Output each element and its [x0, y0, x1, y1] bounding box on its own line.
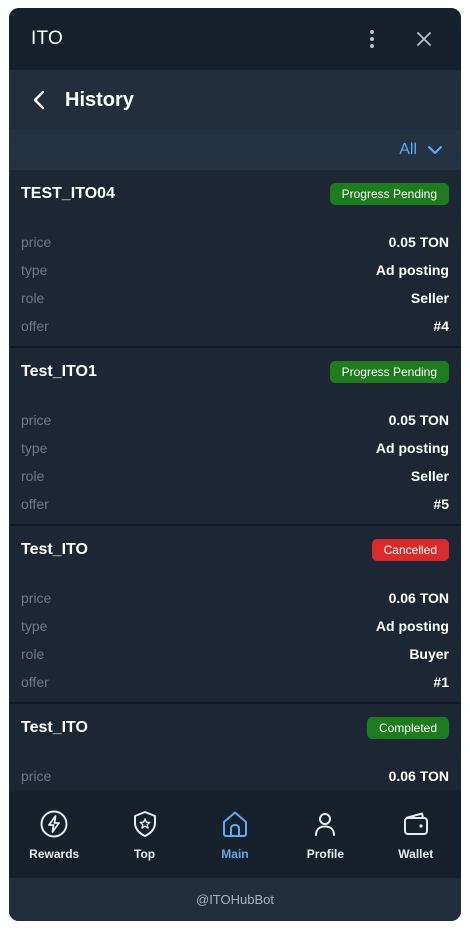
item-name: TEST_ITO04	[21, 185, 115, 202]
detail-value: Ad posting	[375, 618, 449, 634]
user-icon	[315, 812, 336, 836]
wallet-icon	[403, 812, 428, 835]
item-name: Test_ITO	[21, 541, 88, 558]
detail-key: price	[21, 768, 52, 784]
detail-value: Seller	[410, 468, 449, 484]
detail-key: offer	[21, 496, 49, 512]
lightning-icon	[40, 810, 68, 837]
detail-row: type Ad posting	[21, 256, 449, 284]
detail-value: Buyer	[409, 646, 449, 662]
detail-value: Ad posting	[375, 262, 449, 278]
filter-label: All	[399, 141, 417, 158]
detail-row: price 0.06 TON	[21, 584, 449, 612]
page-title: History	[65, 88, 134, 111]
detail-row: price 0.06 TON	[21, 762, 449, 790]
detail-key: role	[21, 468, 45, 484]
detail-row: offer #5	[21, 490, 449, 518]
nav-label: Profile	[306, 846, 345, 861]
detail-value: 0.05 TON	[388, 412, 449, 428]
back-button[interactable]	[25, 86, 53, 114]
status-badge: Progress Pending	[329, 361, 449, 383]
detail-row: offer #4	[21, 312, 449, 340]
more-options-button[interactable]	[357, 24, 387, 54]
detail-key: price	[21, 234, 52, 250]
status-filter-dropdown[interactable]: All	[399, 141, 443, 159]
bot-footer: @ITOHubBot	[9, 878, 461, 921]
detail-key: price	[21, 590, 52, 606]
chevron-down-icon	[427, 145, 443, 155]
detail-key: type	[21, 618, 48, 634]
detail-key: offer	[21, 318, 49, 334]
history-card[interactable]: Test_ITO Cancelled price 0.06 TON type Ad …	[9, 526, 461, 704]
detail-key: type	[21, 440, 48, 456]
item-name: Test_ITO1	[21, 363, 97, 380]
title-bar: ITO	[9, 8, 461, 70]
bottom-navigation: Rewards Top Main Profile Wallet	[9, 791, 461, 878]
title-actions	[357, 24, 439, 54]
detail-key: role	[21, 290, 45, 306]
nav-label: Wallet	[398, 846, 434, 861]
history-card[interactable]: Test_ITO Completed price 0.06 TON	[9, 704, 461, 791]
detail-key: price	[21, 412, 52, 428]
detail-value: 0.05 TON	[388, 234, 449, 250]
nav-item-wallet[interactable]: Wallet	[376, 809, 456, 861]
nav-item-rewards[interactable]: Rewards	[14, 809, 94, 861]
history-card[interactable]: Test_ITO1 Progress Pending price 0.05 TON…	[9, 348, 461, 526]
mini-app-window: ITO History All TEST_ITO04 Progress Pend…	[9, 8, 461, 921]
bot-username[interactable]: @ITOHubBot	[196, 892, 274, 907]
nav-item-top[interactable]: Top	[105, 809, 185, 861]
nav-item-main[interactable]: Main	[195, 809, 275, 861]
close-button[interactable]	[409, 24, 439, 54]
detail-row: offer #1	[21, 668, 449, 696]
detail-value: 0.06 TON	[388, 768, 449, 784]
status-badge: Cancelled	[371, 539, 449, 561]
nav-label: Rewards	[29, 846, 80, 861]
detail-row: role Seller	[21, 462, 449, 490]
item-name: Test_ITO	[21, 719, 88, 736]
detail-key: type	[21, 262, 48, 278]
filter-bar: All	[9, 130, 461, 170]
detail-value: #4	[433, 318, 449, 334]
status-badge: Progress Pending	[329, 183, 449, 205]
detail-row: price 0.05 TON	[21, 228, 449, 256]
close-icon	[417, 32, 431, 46]
detail-row: price 0.05 TON	[21, 406, 449, 434]
detail-value: 0.06 TON	[388, 590, 449, 606]
detail-value: Seller	[410, 290, 449, 306]
detail-row: role Buyer	[21, 640, 449, 668]
detail-key: offer	[21, 674, 49, 690]
detail-value: Ad posting	[375, 440, 449, 456]
star-shield-icon	[133, 810, 156, 837]
nav-item-profile[interactable]: Profile	[285, 809, 365, 861]
detail-key: role	[21, 646, 45, 662]
detail-value: #5	[433, 496, 449, 512]
detail-row: type Ad posting	[21, 612, 449, 640]
home-icon	[222, 811, 247, 837]
app-title: ITO	[31, 28, 63, 49]
nav-label: Top	[134, 846, 156, 861]
detail-row: role Seller	[21, 284, 449, 312]
page-header: History	[9, 70, 461, 130]
chevron-left-icon	[33, 90, 45, 110]
status-badge: Completed	[366, 717, 449, 739]
more-vertical-icon	[370, 30, 374, 48]
detail-row: type Ad posting	[21, 434, 449, 462]
history-list: TEST_ITO04 Progress Pending price 0.05 TO…	[9, 170, 461, 791]
detail-value: #1	[433, 674, 449, 690]
history-card[interactable]: TEST_ITO04 Progress Pending price 0.05 TO…	[9, 170, 461, 348]
nav-label: Main	[221, 846, 249, 861]
